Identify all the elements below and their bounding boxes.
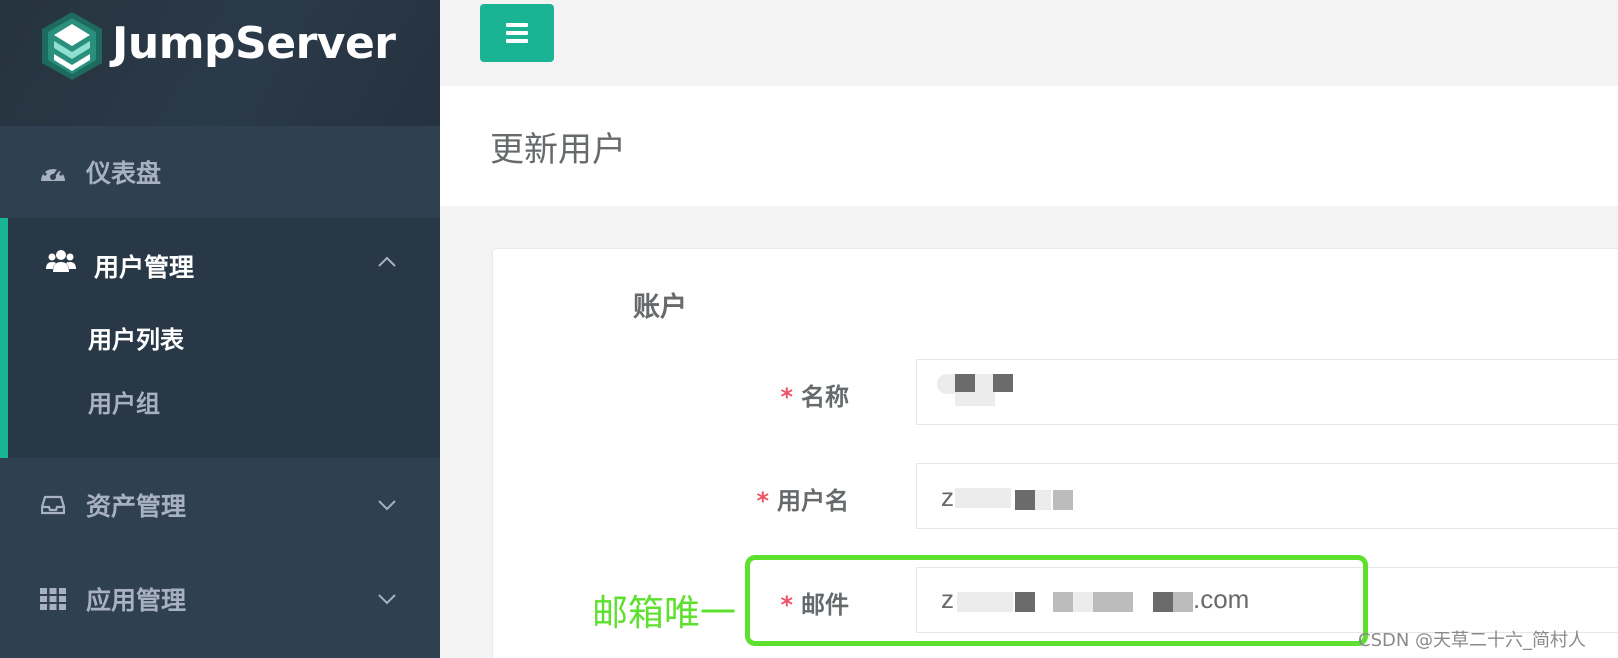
jumpserver-logo-icon	[42, 12, 102, 80]
email-field[interactable]: z .com	[916, 567, 1618, 633]
hamburger-icon	[506, 23, 528, 27]
form-row-name: * 名称	[493, 359, 1618, 425]
redacted-block	[1153, 592, 1173, 612]
sidebar-item-label: 资产管理	[86, 492, 187, 521]
menu-toggle-button[interactable]	[480, 4, 554, 62]
chevron-up-icon	[378, 256, 396, 267]
sidebar-item-label: 用户管理	[94, 253, 195, 282]
redacted-block	[1053, 592, 1073, 612]
sidebar-item-dashboard[interactable]: 仪表盘	[0, 126, 440, 218]
chevron-down-icon	[378, 594, 396, 605]
redacted-block	[955, 374, 975, 392]
redacted-block	[1093, 592, 1133, 612]
chevron-down-icon	[378, 500, 396, 511]
redacted-block	[955, 392, 995, 406]
email-label: * 邮件	[780, 591, 849, 619]
redacted-block	[955, 488, 1011, 508]
name-label: * 名称	[780, 383, 849, 411]
required-marker: *	[780, 591, 793, 619]
logo-text: JumpServer	[112, 18, 396, 69]
sidebar-item-applications[interactable]: 应用管理	[0, 552, 440, 646]
dashboard-icon	[38, 157, 68, 187]
page-title: 更新用户	[490, 130, 626, 170]
required-marker: *	[780, 383, 793, 411]
watermark: CSDN @天草二十六_简村人	[1358, 630, 1587, 651]
sidebar-item-label: 应用管理	[86, 586, 187, 615]
name-field[interactable]	[916, 359, 1618, 425]
sidebar-item-user-management[interactable]: 用户管理	[8, 218, 440, 310]
sidebar-subitem-users-list[interactable]: 用户列表	[88, 320, 184, 355]
redacted-block	[1015, 592, 1035, 612]
topbar	[440, 0, 1618, 86]
sidebar-subitem-user-groups[interactable]: 用户组	[88, 384, 160, 419]
inbox-icon	[38, 490, 68, 520]
username-label: * 用户名	[756, 487, 849, 515]
sidebar-group-user-management: 用户管理 用户列表 用户组	[0, 218, 440, 458]
username-field[interactable]: z	[916, 463, 1618, 529]
page-heading: 更新用户	[440, 86, 1618, 206]
users-icon	[46, 248, 78, 280]
redacted-block	[1173, 592, 1193, 612]
sidebar-header: JumpServer	[0, 0, 440, 126]
sidebar: JumpServer 仪表盘 用户管理 用户列表 用户组 资产管理 应用管理	[0, 0, 440, 658]
required-marker: *	[756, 487, 769, 515]
redacted-block	[1035, 490, 1051, 510]
redacted-block	[957, 592, 1013, 612]
redacted-block	[1073, 592, 1093, 612]
redacted-block	[1053, 490, 1073, 510]
sidebar-item-label: 仪表盘	[86, 159, 162, 188]
grid-icon	[38, 584, 68, 614]
redacted-block	[1015, 490, 1035, 510]
form-row-username: * 用户名 z	[493, 463, 1618, 529]
section-title-account: 账户	[633, 292, 687, 323]
annotation-text: 邮箱唯一	[592, 593, 737, 634]
sidebar-item-assets[interactable]: 资产管理	[0, 458, 440, 552]
redacted-block	[993, 374, 1013, 392]
